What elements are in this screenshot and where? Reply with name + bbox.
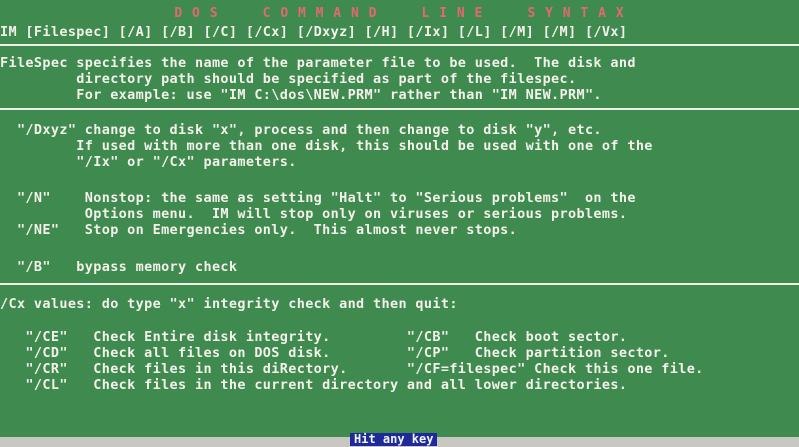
cx-row: "/CE" Check Entire disk integrity. "/CB"… xyxy=(0,329,628,345)
syntax-line: IM [Filespec] [/A] [/B] [/C] [/Cx] [/Dxy… xyxy=(0,24,628,40)
divider xyxy=(0,108,799,110)
filespec-line: For example: use "IM C:\dos\NEW.PRM" rat… xyxy=(0,87,602,103)
divider xyxy=(0,44,799,46)
cx-header: /Cx values: do type "x" integrity check … xyxy=(0,296,458,312)
nonstop-line: "/N" Nonstop: the same as setting "Halt"… xyxy=(0,190,636,206)
filespec-line: directory path should be specified as pa… xyxy=(0,71,577,87)
nonstop-line: "/NE" Stop on Emergencies only. This alm… xyxy=(0,222,518,238)
divider xyxy=(0,283,799,285)
cx-row: "/CR" Check files in this diRectory. "/C… xyxy=(0,361,704,377)
nonstop-line: Options menu. IM will stop only on virus… xyxy=(0,206,628,222)
filespec-line: FileSpec specifies the name of the param… xyxy=(0,55,636,71)
bypass-line: "/B" bypass memory check xyxy=(0,259,238,275)
cx-row: "/CL" Check files in the current directo… xyxy=(0,377,628,393)
dxyz-line: "/Ix" or "/Cx" parameters. xyxy=(0,154,297,170)
cx-row: "/CD" Check all files on DOS disk. "/CP"… xyxy=(0,345,670,361)
status-bar: Hit any key xyxy=(0,433,799,447)
dxyz-line: "/Dxyz" change to disk "x", process and … xyxy=(0,122,602,138)
dxyz-line: If used with more than one disk, this sh… xyxy=(0,138,653,154)
hit-any-key-prompt[interactable]: Hit any key xyxy=(350,433,438,446)
screen-title: D O S C O M M A N D L I N E S Y N T A X xyxy=(174,6,625,21)
dos-help-screen: D O S C O M M A N D L I N E S Y N T A X … xyxy=(0,0,799,437)
